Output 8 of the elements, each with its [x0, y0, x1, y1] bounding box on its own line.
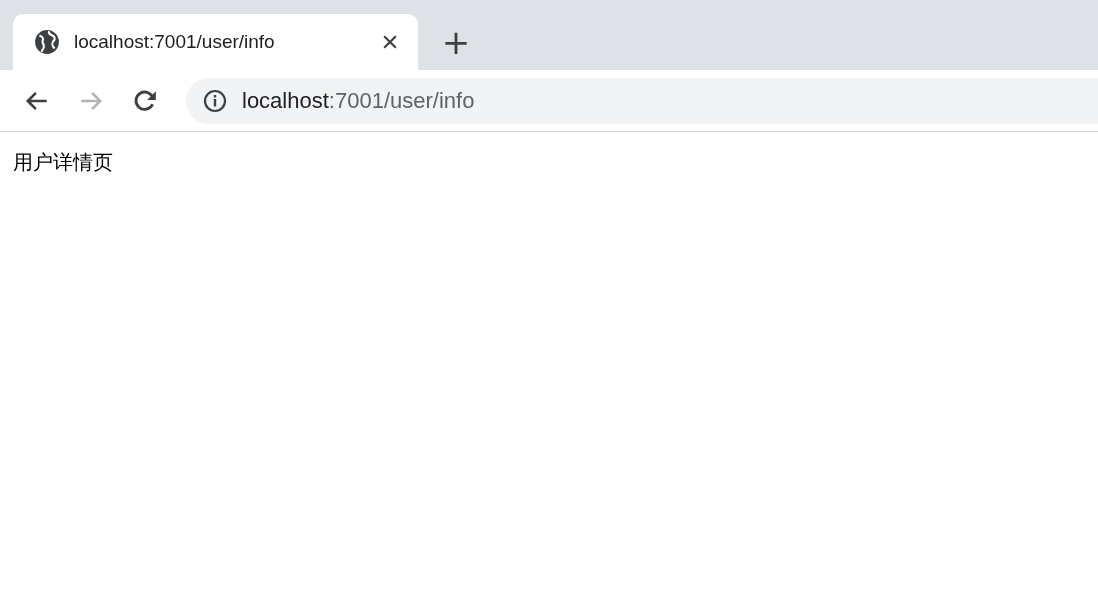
page-heading: 用户详情页	[13, 150, 113, 175]
new-tab-button[interactable]: +	[438, 24, 474, 60]
globe-icon	[34, 29, 60, 55]
address-bar[interactable]: localhost:7001/user/info	[186, 77, 1098, 124]
browser-tab[interactable]: localhost:7001/user/info	[13, 14, 418, 70]
url-text: localhost:7001/user/info	[242, 87, 475, 114]
info-icon[interactable]	[203, 88, 227, 113]
tab-title: localhost:7001/user/info	[74, 31, 276, 53]
